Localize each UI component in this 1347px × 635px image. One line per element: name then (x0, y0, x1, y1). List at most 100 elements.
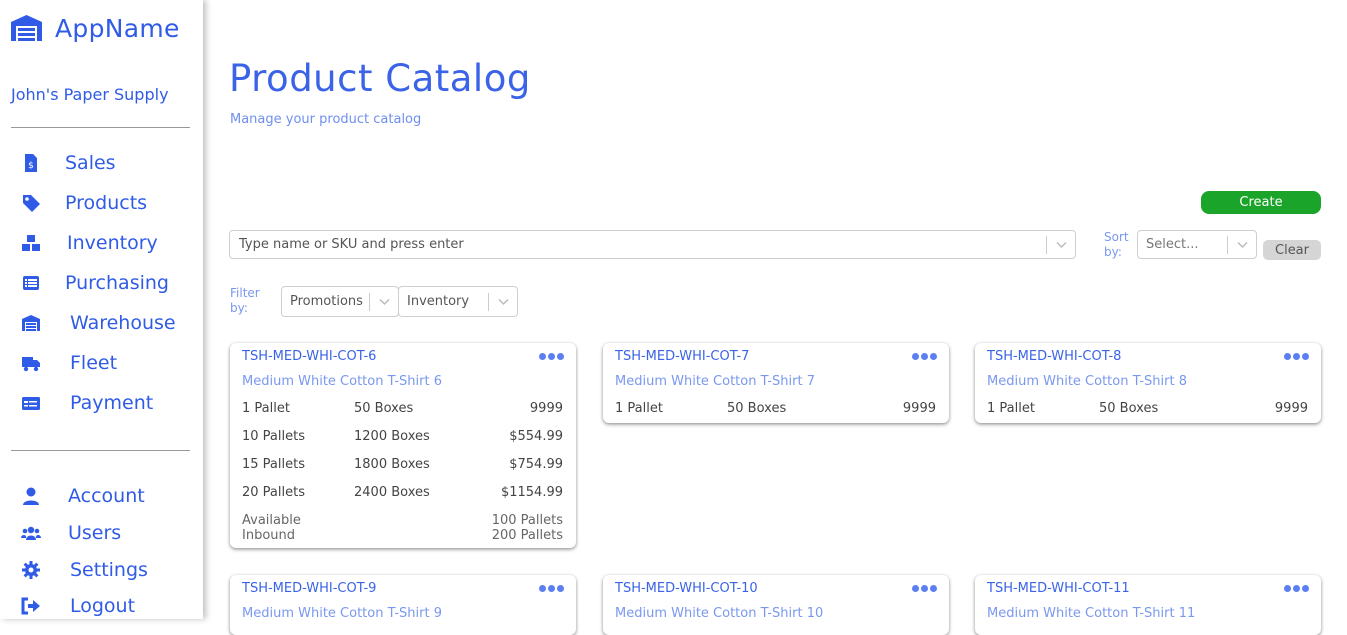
product-card[interactable]: TSH-MED-WHI-COT-8 Medium White Cotton T-… (975, 343, 1321, 423)
sidebar-item-label: Fleet (70, 352, 118, 374)
filter-label: Filter by: (230, 286, 266, 316)
users-icon (18, 522, 44, 544)
credit-card-icon (18, 392, 44, 414)
product-card[interactable]: TSH-MED-WHI-COT-9 Medium White Cotton T-… (230, 575, 576, 635)
price-tier-row: 10 Pallets 1200 Boxes $554.99 (242, 429, 563, 447)
price-tier-row: 1 Pallet 50 Boxes 9999 (987, 401, 1308, 419)
more-options-icon[interactable] (1284, 585, 1309, 592)
tier-price: 9999 (902, 401, 936, 416)
tier-boxes: 50 Boxes (1099, 401, 1159, 416)
filter-label-text: Filter by: (230, 286, 260, 315)
gear-icon (18, 559, 44, 581)
sidebar-item-label: Account (68, 485, 145, 507)
tier-quantity: 1 Pallet (242, 401, 290, 416)
price-tier-row: 15 Pallets 1800 Boxes $754.99 (242, 457, 563, 475)
list-icon (18, 272, 44, 294)
sidebar-item-label: Products (65, 192, 148, 214)
inbound-label: Inbound (242, 528, 296, 543)
more-options-icon[interactable] (539, 585, 564, 592)
product-sku: TSH-MED-WHI-COT-6 (242, 349, 377, 364)
product-name: Medium White Cotton T-Shirt 8 (987, 374, 1187, 389)
truck-icon (18, 352, 44, 374)
company-name: John's Paper Supply (11, 85, 169, 104)
sign-out-icon (18, 595, 44, 617)
create-button[interactable]: Create (1201, 191, 1321, 214)
more-options-icon[interactable] (912, 353, 937, 360)
sidebar-item-label: Sales (65, 152, 116, 174)
sidebar-item-label: Warehouse (70, 312, 176, 334)
price-tier-row: 1 Pallet 50 Boxes 9999 (242, 401, 563, 419)
product-card[interactable]: TSH-MED-WHI-COT-10 Medium White Cotton T… (603, 575, 949, 635)
chevron-down-icon[interactable] (1047, 231, 1075, 258)
available-value: 100 Pallets (491, 513, 563, 528)
more-options-icon[interactable] (1284, 353, 1309, 360)
sidebar-item-label: Logout (70, 595, 136, 617)
boxes-icon (18, 232, 44, 254)
invoice-dollar-icon: $ (18, 152, 44, 174)
sidebar-item-label: Settings (70, 559, 148, 581)
sidebar-item-users[interactable]: Users (18, 519, 121, 547)
price-tier-row: 20 Pallets 2400 Boxes $1154.99 (242, 485, 563, 503)
tier-price: $1154.99 (500, 485, 563, 500)
svg-text:$: $ (28, 161, 34, 171)
sidebar-item-logout[interactable]: Logout (18, 592, 135, 620)
sidebar-item-account[interactable]: Account (18, 482, 145, 510)
filter-promotions-select[interactable]: Promotions (281, 286, 399, 317)
sidebar-item-products[interactable]: Products (18, 189, 147, 217)
tier-quantity: 10 Pallets (242, 429, 305, 444)
tier-boxes: 1800 Boxes (354, 457, 430, 472)
sidebar-item-payment[interactable]: Payment (18, 389, 153, 417)
tier-boxes: 1200 Boxes (354, 429, 430, 444)
sidebar-divider (11, 127, 190, 128)
page-subtitle: Manage your product catalog (230, 112, 422, 127)
tier-price: 9999 (1274, 401, 1308, 416)
page-title: Product Catalog (229, 57, 531, 100)
stock-available-row: Available 100 Pallets (242, 513, 563, 528)
product-sku: TSH-MED-WHI-COT-10 (615, 581, 758, 596)
price-tier-row: 1 Pallet 50 Boxes 9999 (615, 401, 936, 419)
sidebar-item-settings[interactable]: Settings (18, 556, 148, 584)
sort-label: Sort by: (1104, 230, 1132, 260)
product-sku: TSH-MED-WHI-COT-7 (615, 349, 750, 364)
search-input[interactable]: Type name or SKU and press enter (229, 230, 1076, 259)
tier-price: $554.99 (509, 429, 563, 444)
user-icon (18, 485, 44, 507)
tier-quantity: 20 Pallets (242, 485, 305, 500)
sidebar: AppName John's Paper Supply $ Sales Prod… (0, 0, 203, 619)
product-card[interactable]: TSH-MED-WHI-COT-11 Medium White Cotton T… (975, 575, 1321, 635)
product-sku: TSH-MED-WHI-COT-8 (987, 349, 1122, 364)
tier-price: 9999 (529, 401, 563, 416)
chevron-down-icon[interactable] (1228, 231, 1256, 258)
stock-inbound-row: Inbound 200 Pallets (242, 528, 563, 543)
product-sku: TSH-MED-WHI-COT-9 (242, 581, 377, 596)
sidebar-item-label: Payment (70, 392, 154, 414)
filter-select-value: Inventory (407, 294, 470, 309)
more-options-icon[interactable] (539, 353, 564, 360)
clear-button[interactable]: Clear (1263, 240, 1321, 260)
chevron-down-icon[interactable] (489, 287, 517, 316)
filter-inventory-select[interactable]: Inventory (398, 286, 518, 317)
product-name: Medium White Cotton T-Shirt 7 (615, 374, 815, 389)
product-sku: TSH-MED-WHI-COT-11 (987, 581, 1130, 596)
sidebar-item-warehouse[interactable]: Warehouse (18, 309, 176, 337)
tier-boxes: 50 Boxes (354, 401, 414, 416)
sidebar-item-purchasing[interactable]: Purchasing (18, 269, 169, 297)
chevron-down-icon[interactable] (370, 287, 398, 316)
brand[interactable]: AppName (10, 12, 180, 44)
tier-boxes: 50 Boxes (727, 401, 787, 416)
sort-select[interactable]: Select... (1137, 230, 1257, 259)
sidebar-item-sales[interactable]: $ Sales (18, 149, 116, 177)
product-card[interactable]: TSH-MED-WHI-COT-6 Medium White Cotton T-… (230, 343, 576, 548)
tier-boxes: 2400 Boxes (354, 485, 430, 500)
warehouse-icon (18, 312, 44, 334)
tier-quantity: 15 Pallets (242, 457, 305, 472)
sort-select-value: Select... (1146, 237, 1199, 252)
warehouse-icon (11, 15, 42, 41)
sidebar-item-fleet[interactable]: Fleet (18, 349, 117, 377)
tier-price: $754.99 (509, 457, 563, 472)
tag-icon (18, 192, 44, 214)
sidebar-item-inventory[interactable]: Inventory (18, 229, 158, 257)
more-options-icon[interactable] (912, 585, 937, 592)
product-card[interactable]: TSH-MED-WHI-COT-7 Medium White Cotton T-… (603, 343, 949, 423)
sort-label-text: Sort by: (1104, 230, 1129, 259)
